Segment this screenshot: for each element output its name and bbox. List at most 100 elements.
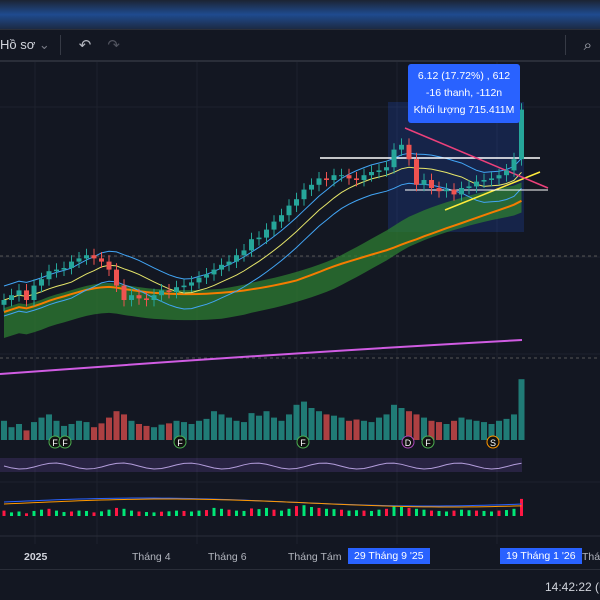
small-volume-bar xyxy=(182,510,186,516)
time-axis[interactable]: 2025 Tháng 4 Tháng 6 Tháng Tám 29 Tháng … xyxy=(0,544,600,570)
clock: 14:42:22 (U xyxy=(545,580,600,594)
small-volume-bar xyxy=(212,507,216,516)
small-volume-bar xyxy=(520,498,523,516)
candle[interactable] xyxy=(226,255,232,272)
candle[interactable] xyxy=(39,272,44,292)
event-marker[interactable]: S xyxy=(486,435,500,449)
small-volume-bar xyxy=(392,506,396,516)
candle[interactable] xyxy=(84,248,89,265)
candle[interactable] xyxy=(279,208,284,228)
small-volume-bar xyxy=(355,510,358,516)
volume-bar xyxy=(331,415,337,440)
candle[interactable] xyxy=(309,178,314,196)
candle[interactable] xyxy=(54,263,59,278)
candle[interactable] xyxy=(99,252,104,268)
volume-bar xyxy=(16,424,22,440)
candle[interactable] xyxy=(234,248,239,268)
candle[interactable] xyxy=(286,199,292,222)
candle[interactable] xyxy=(324,172,329,187)
volume-bar xyxy=(113,411,120,440)
small-volume-bar xyxy=(377,509,381,516)
candle[interactable] xyxy=(361,168,367,187)
small-volume-bar xyxy=(77,510,81,516)
event-marker[interactable]: D xyxy=(401,435,415,449)
volume-bar xyxy=(301,401,307,440)
measure-tooltip: 6.12 (17.72%) , 612 -16 thanh, -112n Khố… xyxy=(408,64,520,123)
candle[interactable] xyxy=(241,244,247,262)
range-end-label: 19 Tháng 1 '26 xyxy=(500,548,582,564)
small-volume-bar xyxy=(62,512,66,516)
time-label: Tháng xyxy=(582,551,600,563)
price-chart[interactable]: FFFFDFS xyxy=(0,62,600,544)
small-volume-bar xyxy=(422,509,426,516)
candle[interactable] xyxy=(346,168,352,185)
small-volume-bar xyxy=(287,508,291,516)
candle[interactable] xyxy=(76,252,82,268)
candle[interactable] xyxy=(61,261,67,276)
event-marker[interactable]: F xyxy=(58,435,72,449)
volume-bar xyxy=(218,414,225,440)
ichimoku-cloud xyxy=(4,182,522,338)
volume-bar xyxy=(376,417,382,440)
time-label: 2025 xyxy=(24,551,48,563)
candle[interactable] xyxy=(256,231,262,246)
candle[interactable] xyxy=(24,284,29,307)
candle[interactable] xyxy=(69,255,74,275)
volume-bar xyxy=(241,422,247,440)
volume-bar xyxy=(436,422,442,440)
divider xyxy=(564,35,566,55)
small-volume-bar xyxy=(302,505,306,516)
redo-icon[interactable]: ↷ xyxy=(107,36,120,54)
undo-icon[interactable]: ↶ xyxy=(79,36,92,54)
chevron-down-icon: ⌄ xyxy=(38,37,50,52)
macd-line xyxy=(3,497,522,507)
candle[interactable] xyxy=(219,258,224,276)
window-title-bar xyxy=(0,0,600,30)
event-marker[interactable]: F xyxy=(296,435,310,449)
volume-bar xyxy=(8,427,15,440)
event-marker[interactable]: F xyxy=(173,435,187,449)
volume-bar xyxy=(203,418,210,440)
candle[interactable] xyxy=(294,192,299,212)
marker-label: F xyxy=(177,438,183,448)
candle[interactable] xyxy=(9,288,14,307)
small-volume-bar xyxy=(115,507,118,516)
candle[interactable] xyxy=(301,183,307,206)
volume-bar xyxy=(106,417,112,440)
volume-bar xyxy=(136,424,142,440)
measure-bars: -16 thanh, -112n xyxy=(425,87,503,99)
marker-label: F xyxy=(300,438,306,448)
small-volume-bar xyxy=(152,512,156,516)
small-volume-bar xyxy=(235,510,238,516)
measure-volume: Khối lượng 715.411M xyxy=(413,104,515,116)
measure-change: 6.12 (17.72%) , 612 xyxy=(417,70,511,82)
volume-bar xyxy=(188,424,195,440)
profile-menu-button[interactable]: Hồ sơ ⌄ xyxy=(0,37,50,53)
candle[interactable] xyxy=(46,264,52,286)
volume-bar xyxy=(143,425,150,440)
event-marker[interactable]: F xyxy=(421,435,435,449)
ma-200-line xyxy=(0,339,523,375)
volume-bar xyxy=(323,414,330,440)
candle[interactable] xyxy=(331,168,337,187)
candle[interactable] xyxy=(91,248,97,265)
small-volume-bar xyxy=(452,510,456,516)
small-volume-bar xyxy=(295,506,298,516)
candle[interactable] xyxy=(211,263,217,281)
volume-bar xyxy=(226,417,232,440)
candle[interactable] xyxy=(16,284,22,302)
volume-bar xyxy=(368,422,375,440)
candle[interactable] xyxy=(204,268,209,284)
volume-bar xyxy=(196,420,202,440)
candle[interactable] xyxy=(316,172,322,192)
small-volume-bar xyxy=(332,509,336,516)
status-bar: 14:42:22 (U xyxy=(0,570,600,600)
small-volume-bar xyxy=(415,508,418,516)
volume-bar xyxy=(83,422,90,440)
volume-bar xyxy=(271,417,277,440)
candle[interactable] xyxy=(271,215,277,236)
quick-search-icon[interactable]: ⌕ xyxy=(584,37,592,54)
small-volume-bar xyxy=(160,511,163,516)
candle[interactable] xyxy=(106,255,112,276)
volume-bar xyxy=(391,404,397,440)
